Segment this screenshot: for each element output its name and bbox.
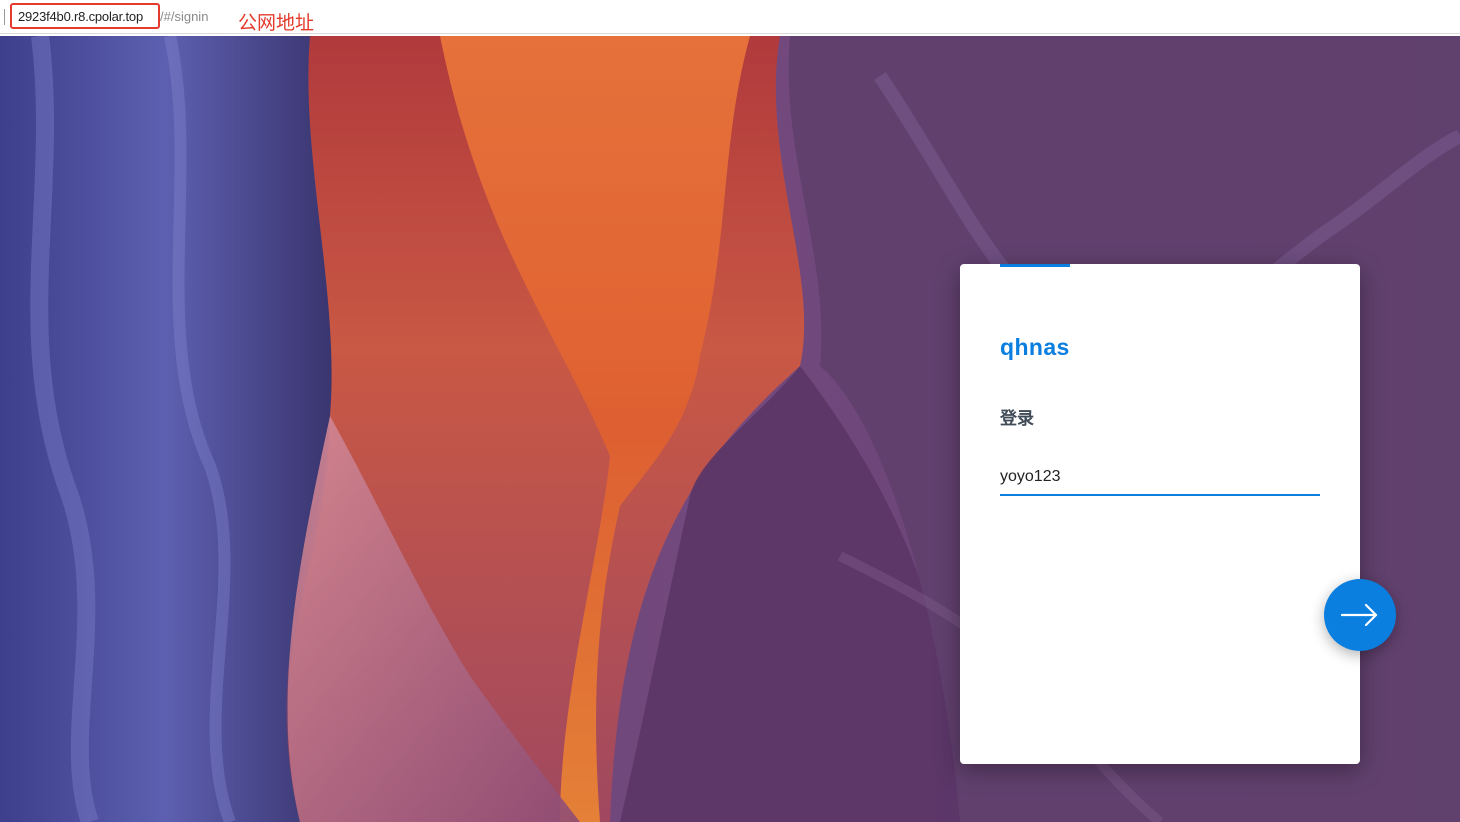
- server-name: qhnas: [1000, 334, 1070, 360]
- login-card: qhnas 登录: [960, 264, 1360, 764]
- card-accent-bar: [1000, 264, 1070, 267]
- annotation-label: 公网地址: [238, 12, 315, 34]
- username-input[interactable]: [1000, 460, 1320, 496]
- url-host[interactable]: 2923f4b0.r8.cpolar.top: [18, 9, 143, 24]
- url-path[interactable]: /#/signin: [160, 9, 208, 24]
- arrow-right-icon: [1341, 603, 1378, 627]
- next-button[interactable]: [1324, 579, 1396, 651]
- browser-address-bar[interactable]: 2923f4b0.r8.cpolar.top /#/signin 公网地址: [0, 0, 1460, 34]
- signin-title: 登录: [1000, 409, 1034, 429]
- address-bar-edge: [4, 9, 5, 25]
